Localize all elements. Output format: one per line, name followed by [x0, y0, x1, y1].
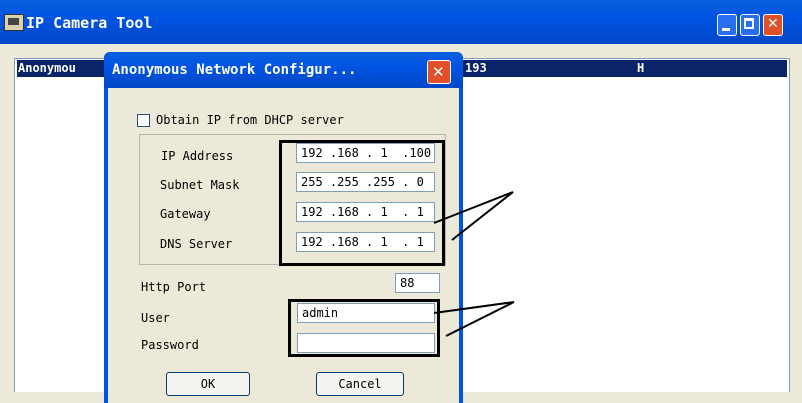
- list-item-col3: H: [637, 61, 645, 75]
- dns-server-label: DNS Server: [160, 237, 233, 251]
- ok-button[interactable]: OK: [166, 372, 250, 396]
- dialog-close-button[interactable]: [427, 60, 451, 84]
- subnet-mask-label: Subnet Mask: [160, 178, 240, 192]
- dialog-titlebar[interactable]: Anonymous Network Configur...: [104, 52, 463, 88]
- password-label: Password: [141, 338, 199, 352]
- login-fields-highlight: [288, 299, 440, 357]
- dhcp-checkbox[interactable]: [137, 114, 150, 127]
- ip-address-label: IP Address: [161, 149, 234, 163]
- dialog-title: Anonymous Network Configur...: [112, 62, 357, 78]
- user-label: User: [141, 311, 170, 325]
- maximize-button[interactable]: [740, 14, 760, 36]
- ip-fields-highlight: [279, 140, 445, 266]
- list-item-ip: 193: [465, 61, 487, 75]
- camera-app-icon: [4, 14, 24, 31]
- http-port-label: Http Port: [141, 280, 207, 294]
- cancel-button[interactable]: Cancel: [316, 372, 404, 396]
- app-title: IP Camera Tool: [26, 14, 153, 32]
- list-item-name: Anonymou: [18, 61, 76, 75]
- gateway-label: Gateway: [160, 207, 211, 221]
- http-port-field[interactable]: 88: [395, 273, 440, 293]
- dhcp-label: Obtain IP from DHCP server: [156, 113, 344, 127]
- app-titlebar[interactable]: IP Camera Tool: [0, 0, 802, 44]
- close-app-button[interactable]: [763, 14, 783, 36]
- minimize-button[interactable]: [717, 14, 737, 36]
